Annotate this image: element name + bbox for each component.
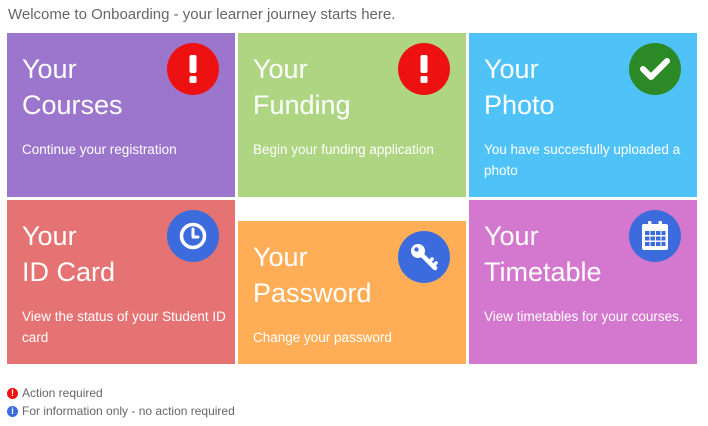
tile-title: Your Funding	[253, 51, 351, 123]
tile-title-line1: Your	[484, 54, 539, 84]
legend-text: For information only - no action require…	[22, 404, 235, 418]
info-icon: i	[7, 405, 18, 417]
tile-title-line1: Your	[484, 221, 539, 251]
checkmark-icon	[629, 43, 681, 95]
exclamation-icon: !	[7, 387, 18, 399]
welcome-message: Welcome to Onboarding - your learner jou…	[8, 6, 396, 23]
tile-title: Your ID Card	[22, 218, 115, 290]
legend-text: Action required	[22, 386, 103, 400]
tile-description: Continue your registration	[22, 142, 177, 157]
tile-description: View timetables for your courses.	[484, 309, 683, 324]
tile-description: You have succesfully uploaded a photo	[484, 142, 681, 178]
tile-title-line2: Funding	[253, 90, 351, 120]
exclamation-icon	[167, 43, 219, 95]
calendar-icon	[629, 210, 681, 262]
tile-title: Your Password	[253, 239, 372, 311]
tile-your-password[interactable]: Your Password Change your password	[238, 221, 466, 364]
tile-your-id-card[interactable]: Your ID Card View the status of your Stu…	[7, 200, 235, 364]
tile-title-line2: Password	[253, 278, 372, 308]
tile-title-line1: Your	[253, 242, 308, 272]
tile-your-funding[interactable]: Your Funding Begin your funding applicat…	[238, 33, 466, 197]
exclamation-icon	[398, 43, 450, 95]
tile-title-line1: Your	[22, 54, 77, 84]
tile-your-photo[interactable]: Your Photo You have succesfully uploaded…	[469, 33, 697, 197]
tile-title-line1: Your	[253, 54, 308, 84]
legend-information-only: i For information only - no action requi…	[7, 404, 235, 418]
tile-title-line2: Photo	[484, 90, 555, 120]
tile-title: Your Timetable	[484, 218, 602, 290]
tile-your-timetable[interactable]: Your Timetable View timetables for your …	[469, 200, 697, 364]
key-icon	[398, 231, 450, 283]
tile-title-line2: Timetable	[484, 257, 602, 287]
tile-description: View the status of your Student ID card	[22, 309, 226, 345]
clock-icon	[167, 210, 219, 262]
tile-your-courses[interactable]: Your Courses Continue your registration	[7, 33, 235, 197]
tile-title-line2: Courses	[22, 90, 123, 120]
legend-action-required: ! Action required	[7, 386, 103, 400]
tile-title-line1: Your	[22, 221, 77, 251]
tile-title: Your Courses	[22, 51, 123, 123]
tile-title-line2: ID Card	[22, 257, 116, 287]
tile-description: Begin your funding application	[253, 142, 434, 157]
tile-title: Your Photo	[484, 51, 555, 123]
tile-description: Change your password	[253, 330, 392, 345]
